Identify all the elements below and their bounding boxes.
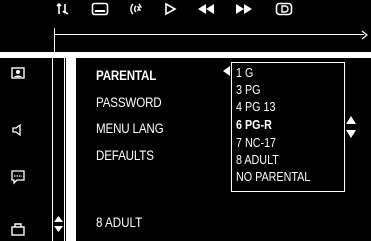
toolbar-underline bbox=[54, 34, 364, 35]
sidebar-rail bbox=[44, 58, 66, 241]
play-icon[interactable] bbox=[158, 0, 182, 18]
rating-option[interactable]: 7 NC-17 bbox=[236, 136, 276, 150]
audio-icon[interactable] bbox=[8, 121, 28, 139]
picture-icon[interactable] bbox=[8, 64, 28, 82]
current-rating-value: 8 ADULT bbox=[96, 215, 143, 230]
display-icon[interactable] bbox=[272, 0, 296, 18]
rating-option[interactable]: 1 G bbox=[236, 66, 253, 80]
dropdown-updown-icon[interactable] bbox=[346, 116, 356, 138]
fast-forward-icon[interactable] bbox=[232, 0, 256, 18]
rail-line-right bbox=[64, 58, 65, 241]
sidebar-updown-icon[interactable] bbox=[54, 216, 63, 232]
parental-settings-panel: PARENTAL PASSWORD MENU LANG DEFAULTS 1 G… bbox=[76, 58, 371, 241]
menu-item-password[interactable]: PASSWORD bbox=[96, 95, 162, 110]
rewind-icon[interactable] bbox=[194, 0, 218, 18]
rating-option[interactable]: NO PARENTAL bbox=[236, 170, 310, 184]
dvd-setup-screen: PARENTAL PASSWORD MENU LANG DEFAULTS 1 G… bbox=[0, 0, 371, 241]
top-toolbar bbox=[0, 0, 371, 52]
settings-sidebar bbox=[0, 58, 44, 241]
parental-lock-icon[interactable] bbox=[8, 220, 28, 238]
menu-item-parental[interactable]: PARENTAL bbox=[96, 68, 156, 83]
chevron-right-icon bbox=[361, 30, 368, 40]
sidebar-pointer-icon bbox=[66, 220, 74, 230]
toolbar-divider bbox=[54, 28, 55, 52]
angle-icon[interactable] bbox=[124, 0, 148, 18]
subtitle-icon[interactable] bbox=[88, 0, 112, 18]
parental-rating-dropdown[interactable]: 1 G 3 PG 4 PG 13 6 PG-R 7 NC-17 8 ADULT … bbox=[231, 62, 345, 192]
menu-item-menu-lang[interactable]: MENU LANG bbox=[96, 121, 164, 136]
rating-option-selected[interactable]: 6 PG-R bbox=[236, 118, 272, 132]
language-audio-icon[interactable] bbox=[52, 0, 76, 18]
menu-item-defaults[interactable]: DEFAULTS bbox=[96, 148, 154, 163]
rating-option[interactable]: 8 ADULT bbox=[236, 153, 279, 167]
rail-line-left bbox=[52, 58, 53, 241]
dropdown-pointer-icon bbox=[223, 66, 230, 76]
rating-option[interactable]: 3 PG bbox=[236, 83, 261, 97]
subtitle-menu-icon[interactable] bbox=[8, 168, 28, 186]
rating-option[interactable]: 4 PG 13 bbox=[236, 100, 275, 114]
